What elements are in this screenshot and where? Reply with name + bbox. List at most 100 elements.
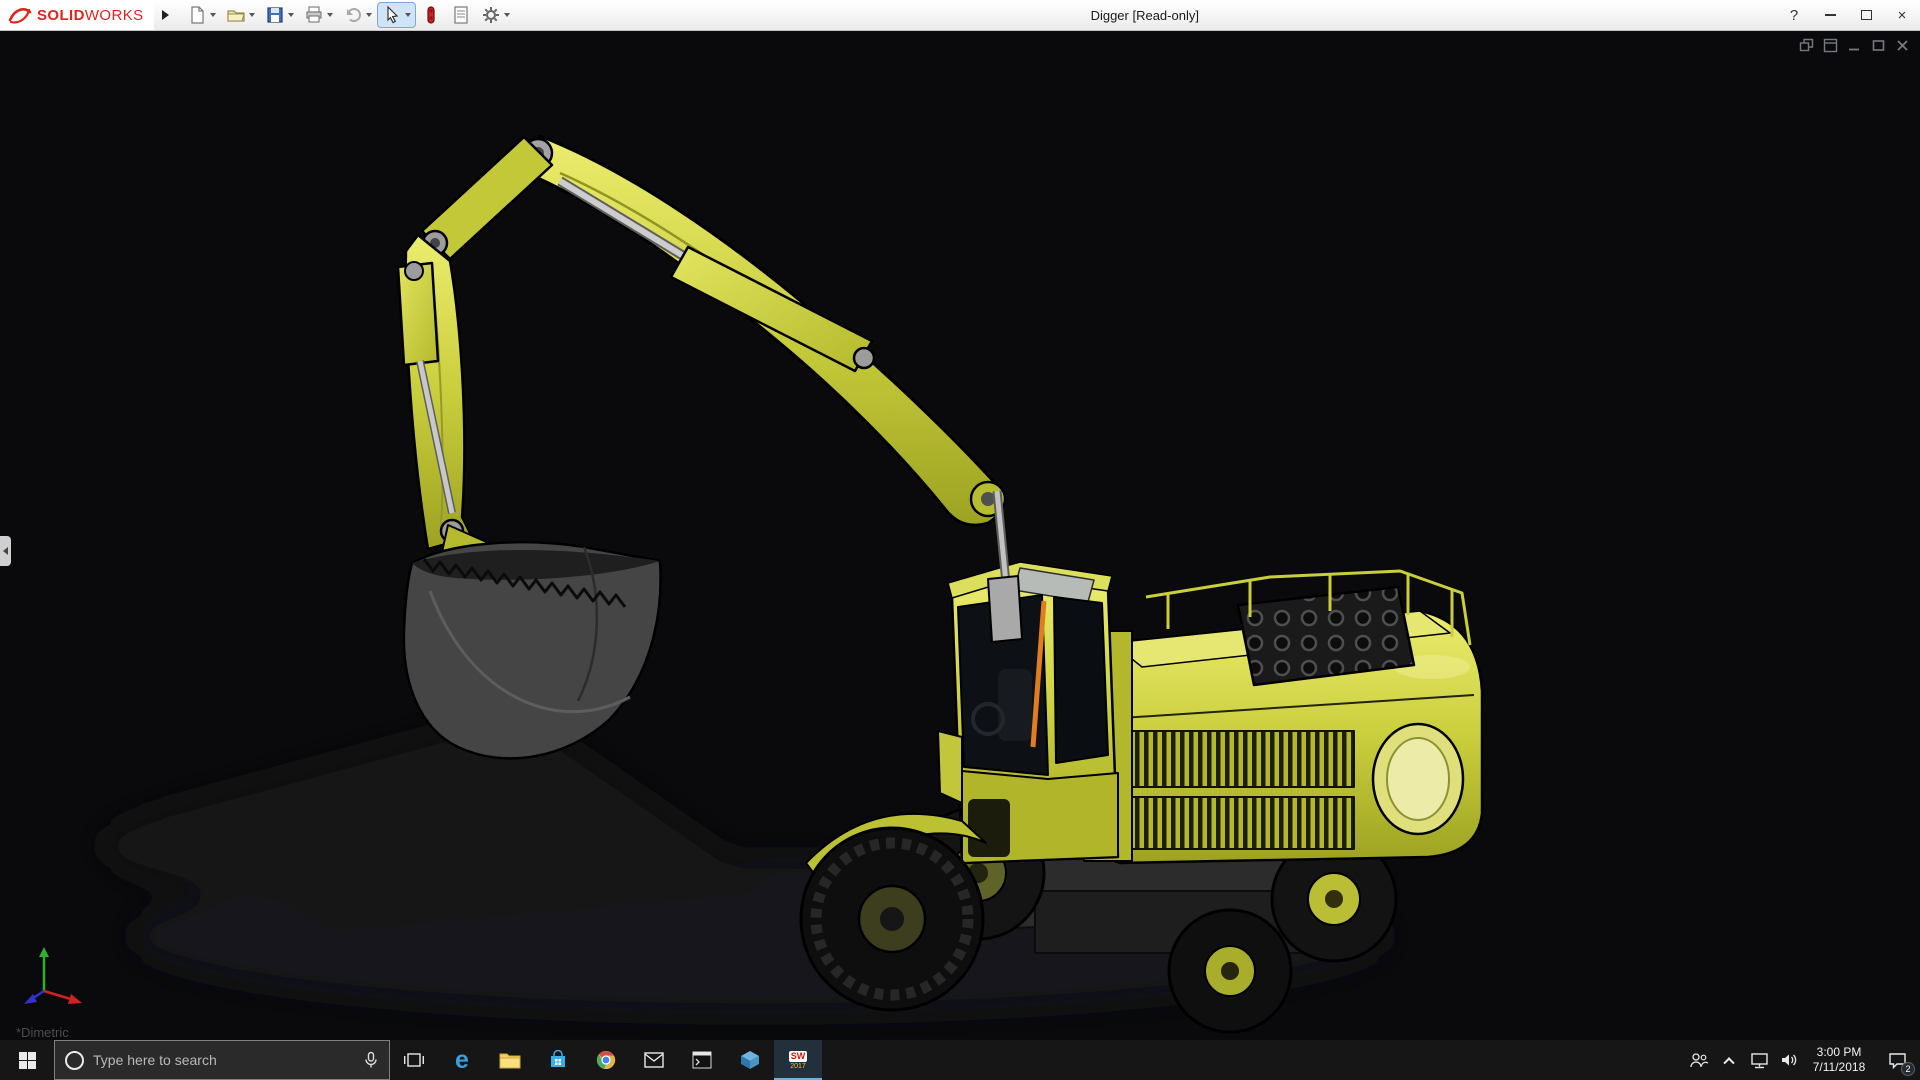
taskbar-app-edrawings[interactable] — [726, 1040, 774, 1080]
system-tray: 3:00 PM 7/11/2018 2 — [1684, 1040, 1920, 1080]
close-icon: × — [1898, 7, 1907, 24]
task-view-button[interactable] — [390, 1040, 438, 1080]
doc-minimize-icon[interactable] — [1847, 38, 1862, 53]
ds-logo-icon — [8, 6, 32, 24]
menu-flyout-icon[interactable] — [162, 10, 169, 20]
rebuild-button[interactable] — [417, 3, 445, 27]
dropdown-icon[interactable] — [504, 13, 510, 17]
graphics-viewport[interactable]: *Dimetric — [0, 31, 1920, 1040]
taskbar-app-command-prompt[interactable] — [678, 1040, 726, 1080]
save-button[interactable] — [261, 3, 298, 27]
new-document-icon — [187, 5, 207, 25]
taskbar-app-solidworks-2017[interactable]: SW 2017 — [774, 1040, 822, 1080]
edge-icon: e — [455, 1048, 469, 1073]
title-bar: SOLIDWORKS — [0, 0, 1920, 31]
speaker-icon — [1780, 1052, 1798, 1068]
minimize-button[interactable] — [1812, 0, 1848, 30]
taskbar-app-file-explorer[interactable] — [486, 1040, 534, 1080]
featuremanager-flyout-tab[interactable] — [0, 536, 11, 566]
close-button[interactable]: × — [1884, 0, 1920, 30]
file-properties-button[interactable] — [447, 3, 475, 27]
show-hidden-icons-button[interactable] — [1714, 1040, 1744, 1080]
undo-icon — [343, 5, 363, 25]
new-document-button[interactable] — [183, 3, 220, 27]
view-orientation-label: *Dimetric — [16, 1025, 69, 1040]
solidworks-logo: SOLIDWORKS — [0, 0, 154, 30]
dropdown-icon[interactable] — [288, 13, 294, 17]
dropdown-icon[interactable] — [249, 13, 255, 17]
network-icon — [1750, 1052, 1769, 1069]
windows-logo-icon — [19, 1052, 36, 1069]
people-button[interactable] — [1684, 1040, 1714, 1080]
taskbar-search[interactable] — [54, 1040, 390, 1080]
solidworks-2017-icon: SW 2017 — [789, 1051, 808, 1070]
taskbar-app-edge[interactable]: e — [438, 1040, 486, 1080]
chevron-left-icon — [3, 547, 8, 555]
dropdown-icon[interactable] — [327, 13, 333, 17]
microphone-icon[interactable] — [363, 1051, 379, 1069]
cab[interactable] — [938, 562, 1132, 863]
action-center-button[interactable]: 2 — [1874, 1040, 1920, 1080]
doc-restore-icon[interactable] — [1871, 38, 1886, 53]
minimize-icon — [1825, 14, 1836, 16]
notification-badge: 2 — [1901, 1062, 1915, 1076]
maximize-button[interactable] — [1848, 0, 1884, 30]
task-view-icon — [404, 1052, 424, 1068]
store-icon — [548, 1050, 568, 1070]
open-folder-icon — [226, 5, 246, 25]
brand-solid: SOLID — [37, 7, 85, 24]
brand-text: SOLIDWORKS — [37, 7, 144, 24]
excavator-model[interactable] — [0, 31, 1920, 1040]
taskbar-app-store[interactable] — [534, 1040, 582, 1080]
select-cursor-icon — [382, 5, 402, 25]
doc-close-icon[interactable] — [1895, 38, 1910, 53]
doc-cascade-icon[interactable] — [1799, 38, 1814, 53]
print-button[interactable] — [300, 3, 337, 27]
orientation-triad — [16, 943, 96, 1013]
start-button[interactable] — [0, 1040, 54, 1080]
rebuild-icon — [421, 5, 441, 25]
taskbar-clock[interactable]: 3:00 PM 7/11/2018 — [1804, 1040, 1874, 1080]
network-button[interactable] — [1744, 1040, 1774, 1080]
chevron-up-icon — [1723, 1057, 1734, 1068]
volume-button[interactable] — [1774, 1040, 1804, 1080]
wheel-rear-near[interactable] — [1169, 910, 1291, 1032]
options-gear-icon — [481, 5, 501, 25]
command-prompt-icon — [692, 1051, 712, 1069]
dropdown-icon[interactable] — [210, 13, 216, 17]
maximize-icon — [1861, 10, 1872, 20]
select-button[interactable] — [378, 3, 415, 27]
clock-time: 3:00 PM — [1817, 1045, 1862, 1060]
wheel-front-near[interactable] — [801, 828, 983, 1010]
help-button[interactable]: ? — [1776, 0, 1812, 30]
brand-works: WORKS — [85, 7, 144, 24]
clock-date: 7/11/2018 — [1813, 1060, 1866, 1075]
search-input[interactable] — [93, 1052, 354, 1068]
open-button[interactable] — [222, 3, 259, 27]
print-icon — [304, 5, 324, 25]
people-icon — [1689, 1052, 1709, 1068]
undo-button[interactable] — [339, 3, 376, 27]
sw-year: 2017 — [790, 1063, 806, 1070]
cortana-icon[interactable] — [65, 1051, 84, 1070]
dropdown-icon[interactable] — [366, 13, 372, 17]
help-icon: ? — [1790, 7, 1798, 24]
dropdown-icon[interactable] — [405, 13, 411, 17]
caption-buttons: ? × — [1776, 0, 1920, 30]
windows-taskbar: e — [0, 1040, 1920, 1080]
save-icon — [265, 5, 285, 25]
taskbar-app-chrome[interactable] — [582, 1040, 630, 1080]
file-explorer-icon — [499, 1051, 521, 1069]
taskbar-app-mail[interactable] — [630, 1040, 678, 1080]
sw-label: SW — [789, 1051, 808, 1062]
solidworks-window: SOLIDWORKS — [0, 0, 1920, 1080]
edrawings-cube-icon — [740, 1050, 760, 1070]
document-window-controls — [1799, 38, 1910, 53]
options-button[interactable] — [477, 3, 514, 27]
chrome-icon — [596, 1050, 616, 1070]
file-properties-icon — [451, 5, 471, 25]
window-title: Digger [Read-only] — [514, 8, 1776, 23]
standard-toolbar — [183, 3, 514, 27]
doc-new-window-icon[interactable] — [1823, 38, 1838, 53]
mail-icon — [644, 1052, 664, 1068]
